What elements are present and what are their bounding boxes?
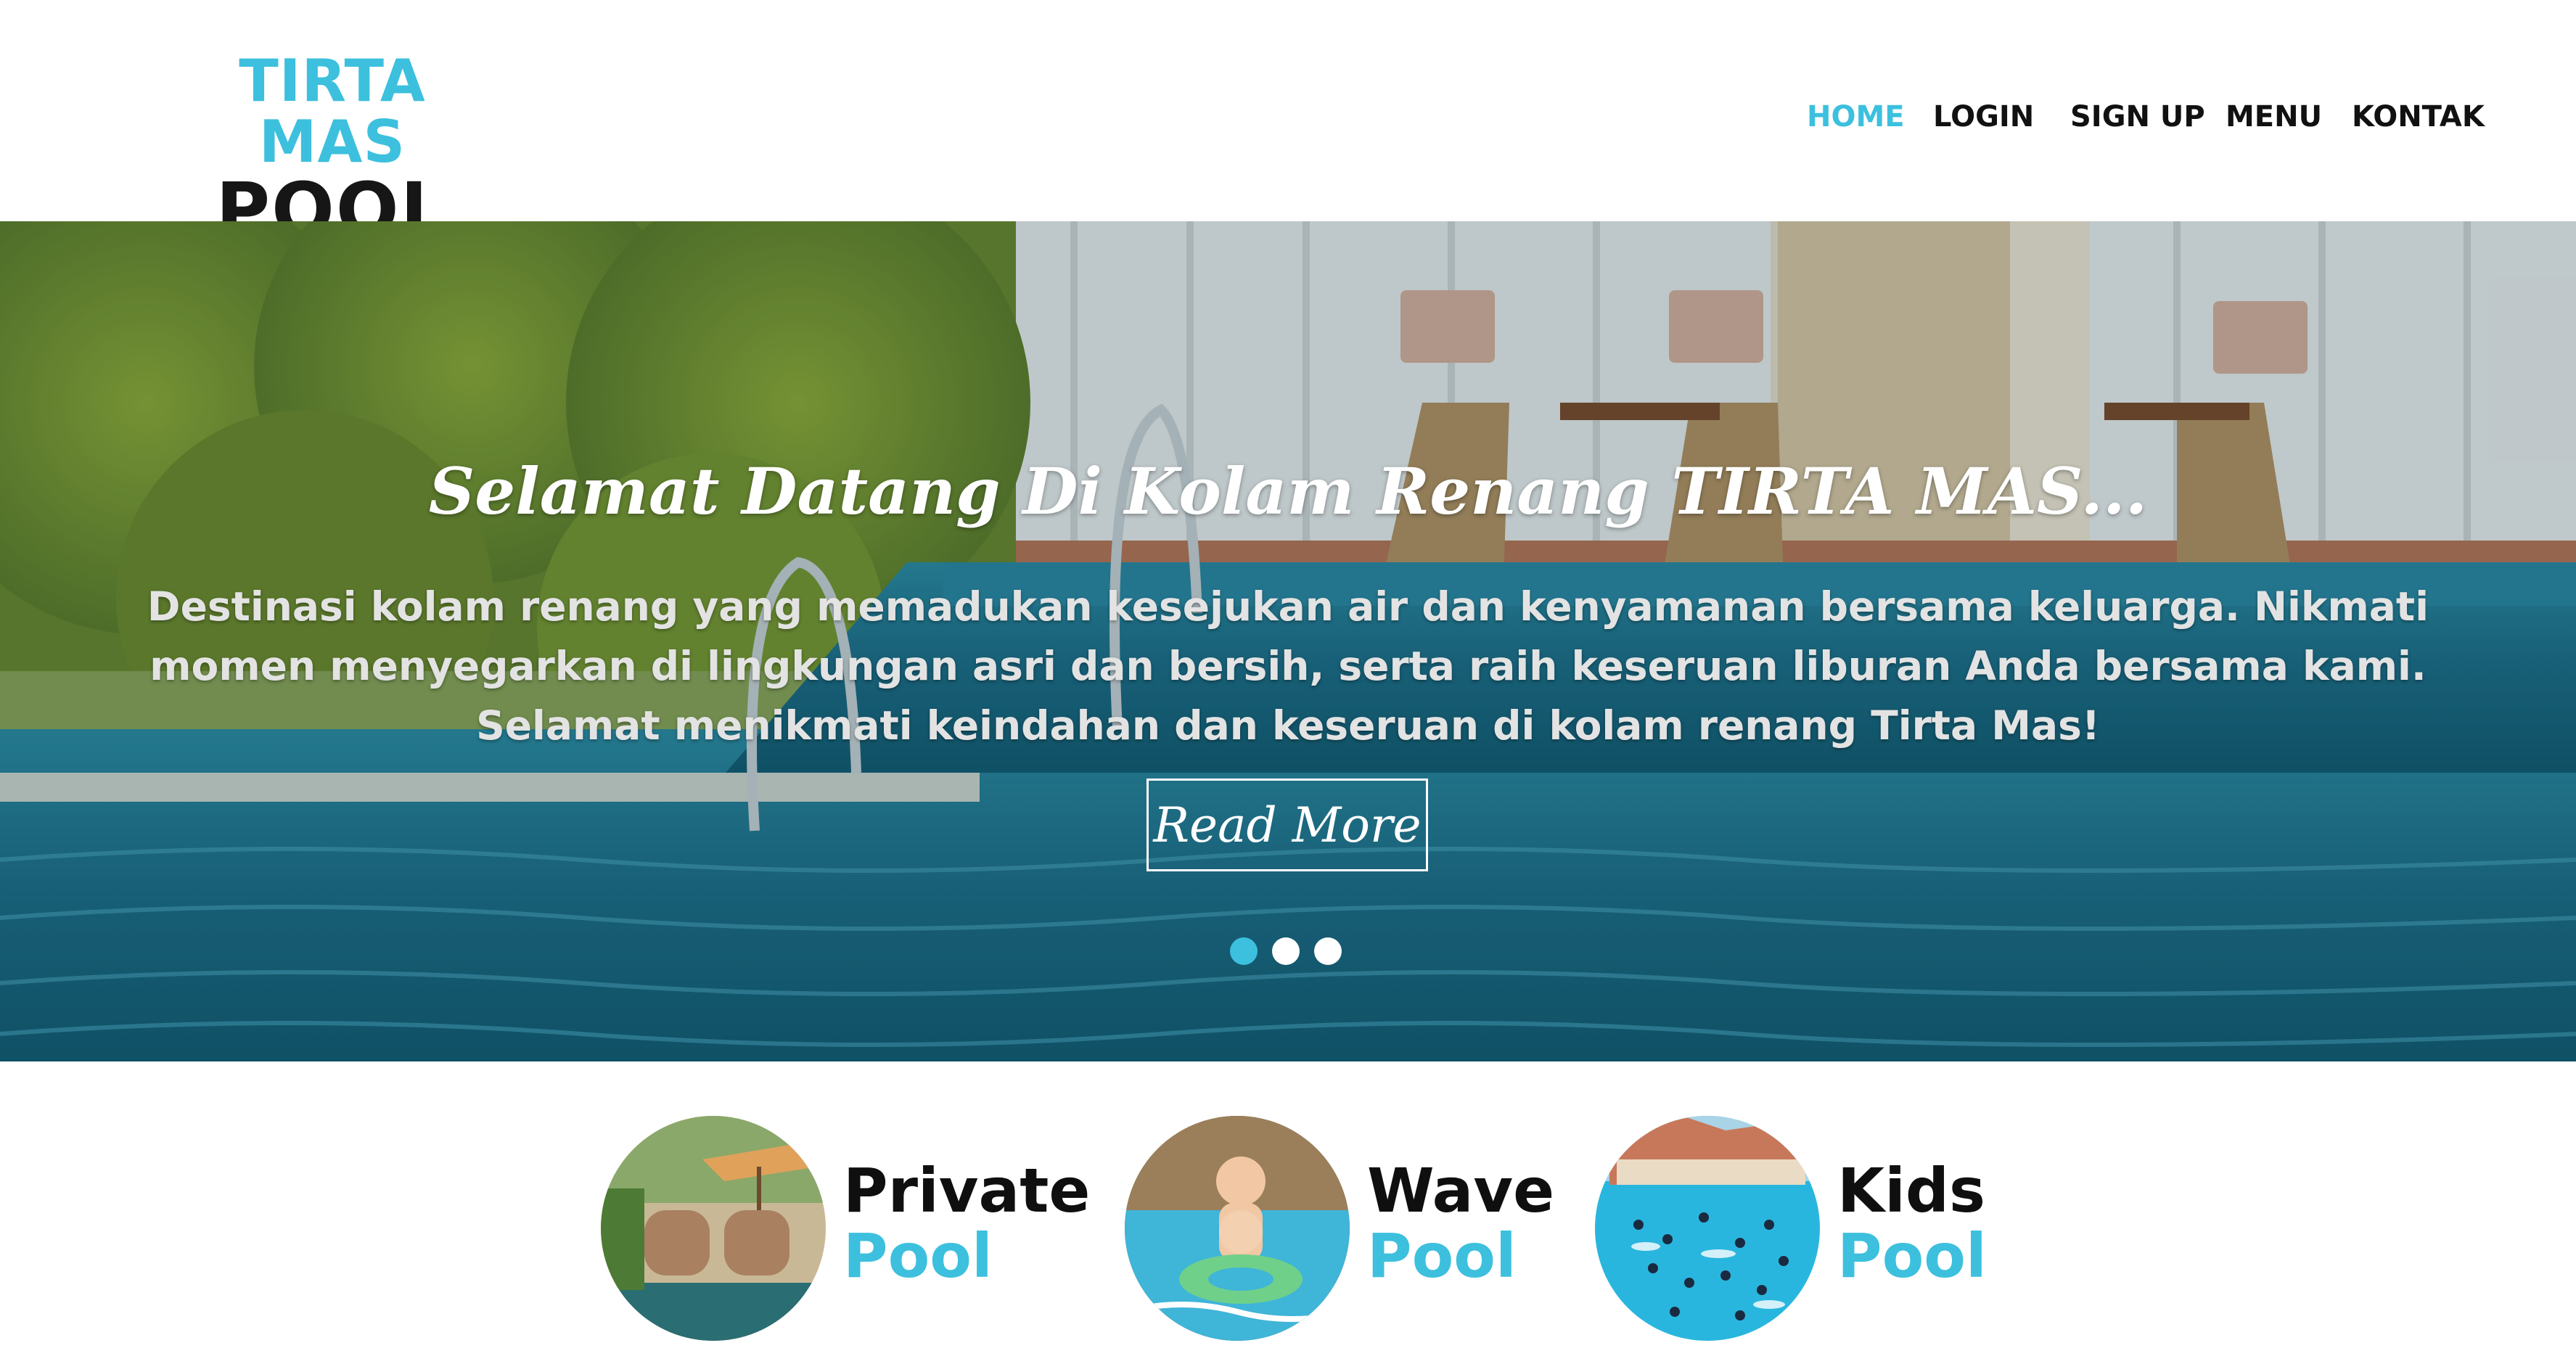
slider-dot-2[interactable] xyxy=(1272,937,1300,965)
nav-login-link[interactable]: LOGIN xyxy=(1933,99,2034,135)
pool-categories: Private Pool Wave Pool Kids Pool xyxy=(0,1061,2576,1372)
nav-kontak-link[interactable]: KONTAK xyxy=(2352,99,2485,135)
hero-title: Selamat Datang Di Kolam Renang TIRTA MAS… xyxy=(428,453,2148,529)
hero-slider: Selamat Datang Di Kolam Renang TIRTA MAS… xyxy=(0,221,2576,1061)
slider-dot-3[interactable] xyxy=(1314,937,1342,965)
logo-text-top: TIRTA MAS xyxy=(239,47,426,176)
nav-menu-link[interactable]: MENU xyxy=(2226,99,2322,135)
site-header: TIRTA MAS POOL HOME LOGIN SIGN UP MENU K… xyxy=(0,0,2576,248)
private-pool-title: Private xyxy=(843,1155,1091,1226)
nav-signup-link[interactable]: SIGN UP xyxy=(2070,99,2205,135)
hero-description: Destinasi kolam renang yang memadukan ke… xyxy=(147,583,2429,749)
kids-pool-image xyxy=(1595,1116,1820,1341)
wave-pool-title: Wave xyxy=(1367,1155,1555,1226)
kids-pool-label: Kids Pool xyxy=(1837,1158,1987,1289)
read-more-button[interactable]: Read More xyxy=(1147,779,1428,871)
private-pool-subtitle: Pool xyxy=(843,1220,993,1291)
site-logo[interactable]: TIRTA MAS POOL xyxy=(158,51,506,248)
wave-pool-subtitle: Pool xyxy=(1367,1220,1517,1291)
slider-dot-1[interactable] xyxy=(1230,937,1258,965)
nav-home-link[interactable]: HOME xyxy=(1807,99,1905,135)
wave-pool-image xyxy=(1125,1116,1350,1341)
kids-pool-subtitle: Pool xyxy=(1837,1220,1987,1291)
kids-pool-title: Kids xyxy=(1837,1155,1986,1226)
wave-pool-label: Wave Pool xyxy=(1367,1158,1554,1289)
private-pool-image xyxy=(601,1116,826,1341)
private-pool-label: Private Pool xyxy=(843,1158,1090,1289)
